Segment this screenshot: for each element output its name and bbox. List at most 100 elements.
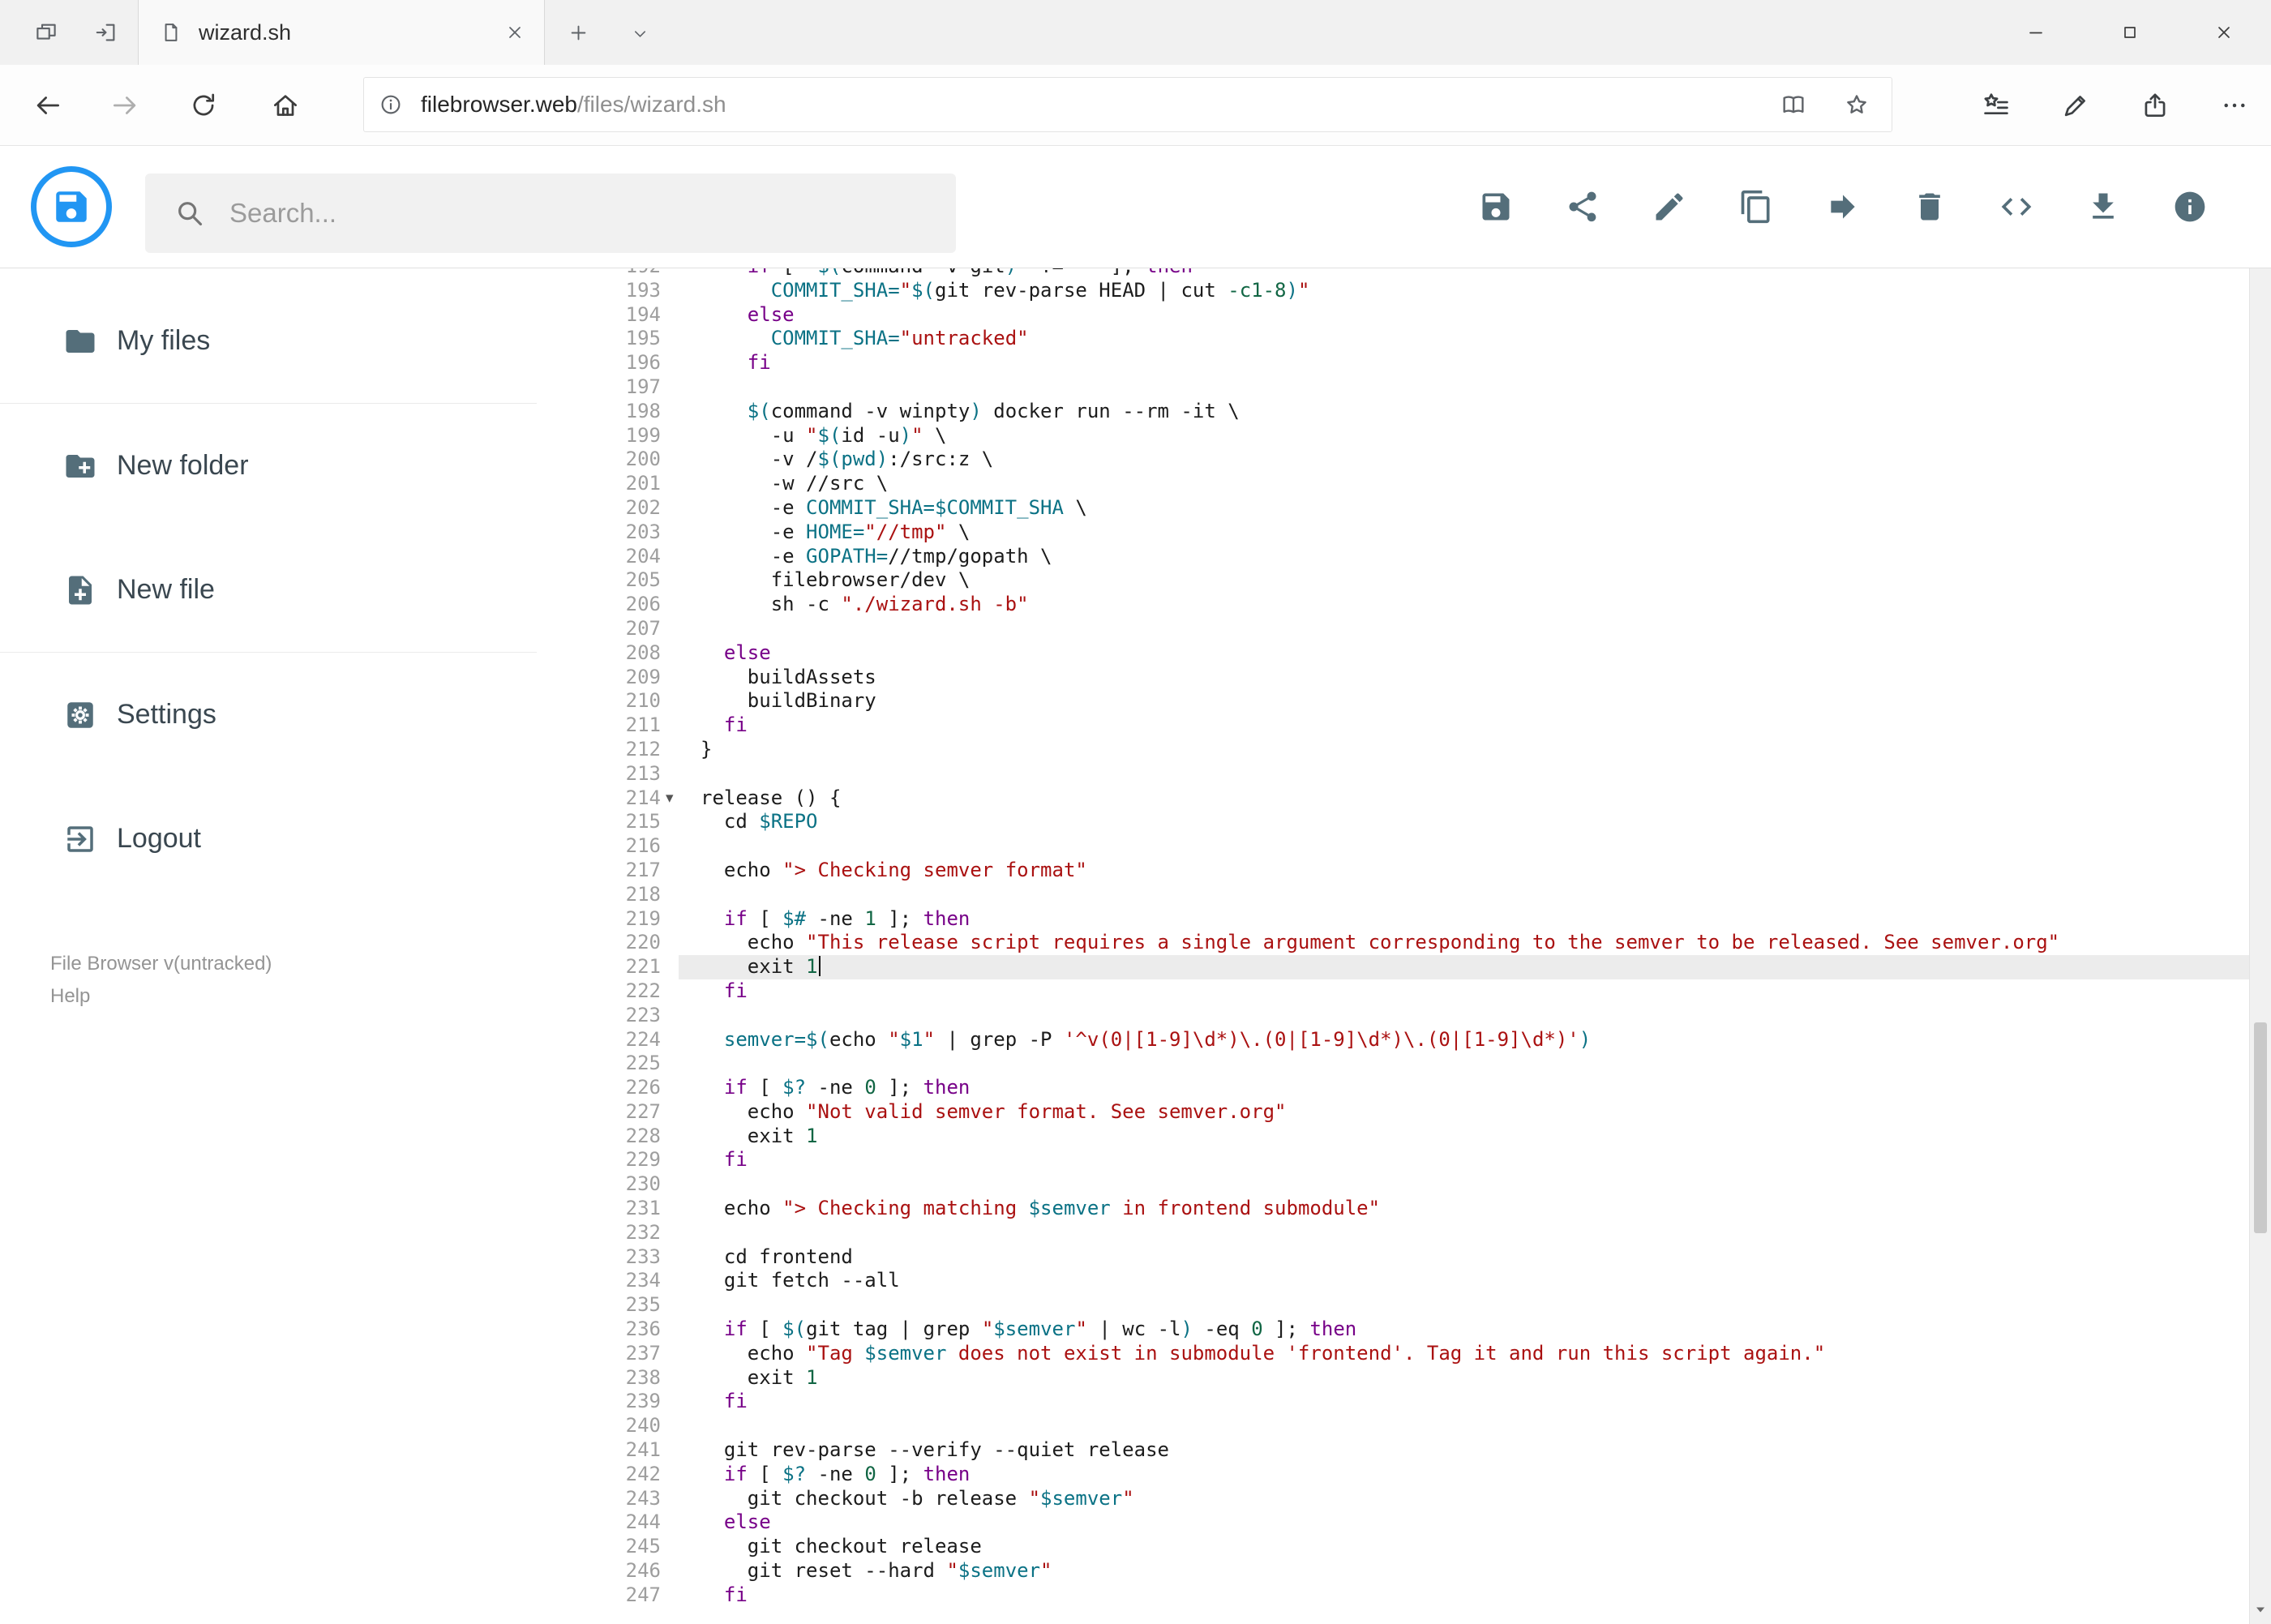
- code-line-229[interactable]: 229 fi: [601, 1148, 2249, 1172]
- code-line-209[interactable]: 209 buildAssets: [601, 666, 2249, 690]
- code-line-240[interactable]: 240: [601, 1414, 2249, 1438]
- code-line-231[interactable]: 231 echo "> Checking matching $semver in…: [601, 1197, 2249, 1221]
- code-line-207[interactable]: 207: [601, 617, 2249, 641]
- share-button[interactable]: [1565, 189, 1600, 225]
- code-line-222[interactable]: 222 fi: [601, 979, 2249, 1004]
- close-window-button[interactable]: [2177, 0, 2271, 65]
- code-line-245[interactable]: 245 git checkout release: [601, 1535, 2249, 1559]
- code-line-197[interactable]: 197: [601, 375, 2249, 400]
- code-line-232[interactable]: 232: [601, 1221, 2249, 1245]
- code-line-215[interactable]: 215 cd $REPO: [601, 810, 2249, 834]
- reading-view-icon[interactable]: [1780, 91, 1807, 118]
- new-tab-icon[interactable]: [568, 22, 589, 44]
- back-button[interactable]: [32, 90, 63, 121]
- code-line-206[interactable]: 206 sh -c "./wizard.sh -b": [601, 593, 2249, 617]
- code-line-210[interactable]: 210 buildBinary: [601, 689, 2249, 713]
- favorite-star-icon[interactable]: [1843, 91, 1870, 118]
- set-tabs-aside-icon[interactable]: [94, 20, 118, 45]
- code-line-244[interactable]: 244 else: [601, 1510, 2249, 1535]
- code-line-219[interactable]: 219 if [ $# -ne 1 ]; then: [601, 907, 2249, 932]
- minimize-button[interactable]: [1989, 0, 2083, 65]
- code-line-201[interactable]: 201 -w //src \: [601, 472, 2249, 496]
- refresh-button[interactable]: [188, 90, 219, 121]
- home-button[interactable]: [270, 90, 301, 121]
- move-button[interactable]: [1825, 189, 1861, 225]
- code-line-213[interactable]: 213: [601, 762, 2249, 786]
- code-line-208[interactable]: 208 else: [601, 641, 2249, 666]
- code-line-227[interactable]: 227 echo "Not valid semver format. See s…: [601, 1100, 2249, 1125]
- code-line-247[interactable]: 247 fi: [601, 1583, 2249, 1608]
- forward-button[interactable]: [109, 90, 140, 121]
- code-line-223[interactable]: 223: [601, 1004, 2249, 1028]
- sidebar-item-new-file[interactable]: New file: [0, 528, 537, 652]
- maximize-button[interactable]: [2083, 0, 2177, 65]
- code-line-237[interactable]: 237 echo "Tag $semver does not exist in …: [601, 1342, 2249, 1366]
- code-line-203[interactable]: 203 -e HOME="//tmp" \: [601, 521, 2249, 545]
- code-editor[interactable]: 192 if [ "$(command -v git)" != "" ]; th…: [601, 268, 2249, 1624]
- help-link[interactable]: Help: [50, 985, 272, 1008]
- code-line-202[interactable]: 202 -e COMMIT_SHA=$COMMIT_SHA \: [601, 496, 2249, 521]
- code-line-230[interactable]: 230: [601, 1172, 2249, 1197]
- tab-close-icon[interactable]: [505, 23, 525, 42]
- code-line-195[interactable]: 195 COMMIT_SHA="untracked": [601, 327, 2249, 351]
- code-line-238[interactable]: 238 exit 1: [601, 1366, 2249, 1390]
- filebrowser-logo[interactable]: [31, 166, 112, 247]
- code-line-196[interactable]: 196 fi: [601, 351, 2249, 375]
- rename-button[interactable]: [1652, 189, 1687, 225]
- tab-wizard-sh[interactable]: wizard.sh: [138, 0, 545, 65]
- code-line-217[interactable]: 217 echo "> Checking semver format": [601, 859, 2249, 883]
- scroll-down-icon[interactable]: [2251, 1600, 2270, 1619]
- tabs-dropdown-icon[interactable]: [631, 24, 649, 43]
- hub-icon[interactable]: [1981, 90, 2012, 121]
- web-note-icon[interactable]: [2060, 90, 2091, 121]
- download-button[interactable]: [2085, 189, 2121, 225]
- code-line-233[interactable]: 233 cd frontend: [601, 1245, 2249, 1270]
- search-box[interactable]: [145, 174, 956, 253]
- code-line-200[interactable]: 200 -v /$(pwd):/src:z \: [601, 448, 2249, 472]
- scrollbar-thumb[interactable]: [2254, 1022, 2267, 1233]
- fold-arrow-icon[interactable]: ▾: [666, 786, 674, 811]
- code-line-241[interactable]: 241 git rev-parse --verify --quiet relea…: [601, 1438, 2249, 1463]
- more-options-icon[interactable]: [2219, 90, 2250, 121]
- editor-mode-button[interactable]: [1999, 189, 2034, 225]
- code-line-211[interactable]: 211 fi: [601, 713, 2249, 738]
- code-line-234[interactable]: 234 git fetch --all: [601, 1269, 2249, 1293]
- delete-button[interactable]: [1912, 189, 1947, 225]
- code-line-204[interactable]: 204 -e GOPATH=//tmp/gopath \: [601, 545, 2249, 569]
- page-scrollbar[interactable]: [2249, 147, 2271, 1624]
- code-line-221[interactable]: 221 exit 1: [601, 955, 2249, 979]
- search-input[interactable]: [228, 197, 956, 229]
- sidebar-item-my-files[interactable]: My files: [0, 279, 537, 403]
- code-line-242[interactable]: 242 if [ $? -ne 0 ]; then: [601, 1463, 2249, 1487]
- code-line-214[interactable]: 214 ▾ release () {: [601, 786, 2249, 811]
- code-line-218[interactable]: 218: [601, 883, 2249, 907]
- sidebar-item-new-folder[interactable]: New folder: [0, 404, 537, 528]
- save-button[interactable]: [1478, 189, 1514, 225]
- code-line-235[interactable]: 235: [601, 1293, 2249, 1318]
- site-info-icon[interactable]: [379, 92, 403, 117]
- code-line-192[interactable]: 192 if [ "$(command -v git)" != "" ]; th…: [601, 268, 2249, 279]
- code-line-194[interactable]: 194 else: [601, 303, 2249, 328]
- code-line-224[interactable]: 224 semver=$(echo "$1" | grep -P '^v(0|[…: [601, 1028, 2249, 1052]
- code-line-225[interactable]: 225: [601, 1052, 2249, 1076]
- code-line-205[interactable]: 205 filebrowser/dev \: [601, 568, 2249, 593]
- code-line-243[interactable]: 243 git checkout -b release "$semver": [601, 1487, 2249, 1511]
- code-line-216[interactable]: 216: [601, 834, 2249, 859]
- code-line-198[interactable]: 198 $(command -v winpty) docker run --rm…: [601, 400, 2249, 424]
- tabs-preview-icon[interactable]: [34, 20, 58, 45]
- code-line-228[interactable]: 228 exit 1: [601, 1125, 2249, 1149]
- code-line-226[interactable]: 226 if [ $? -ne 0 ]; then: [601, 1076, 2249, 1100]
- code-line-236[interactable]: 236 if [ $(git tag | grep "$semver" | wc…: [601, 1318, 2249, 1342]
- sidebar-item-settings[interactable]: Settings: [0, 653, 537, 777]
- sidebar-item-logout[interactable]: Logout: [0, 777, 537, 901]
- code-line-239[interactable]: 239 fi: [601, 1390, 2249, 1414]
- info-button[interactable]: [2172, 189, 2208, 225]
- share-page-icon[interactable]: [2140, 90, 2170, 121]
- url-field[interactable]: filebrowser.web/files/wizard.sh: [363, 77, 1892, 132]
- code-line-212[interactable]: 212}: [601, 738, 2249, 762]
- code-line-199[interactable]: 199 -u "$(id -u)" \: [601, 424, 2249, 448]
- code-line-246[interactable]: 246 git reset --hard "$semver": [601, 1559, 2249, 1583]
- code-line-193[interactable]: 193 COMMIT_SHA="$(git rev-parse HEAD | c…: [601, 279, 2249, 303]
- code-line-220[interactable]: 220 echo "This release script requires a…: [601, 931, 2249, 955]
- copy-button[interactable]: [1738, 189, 1774, 225]
